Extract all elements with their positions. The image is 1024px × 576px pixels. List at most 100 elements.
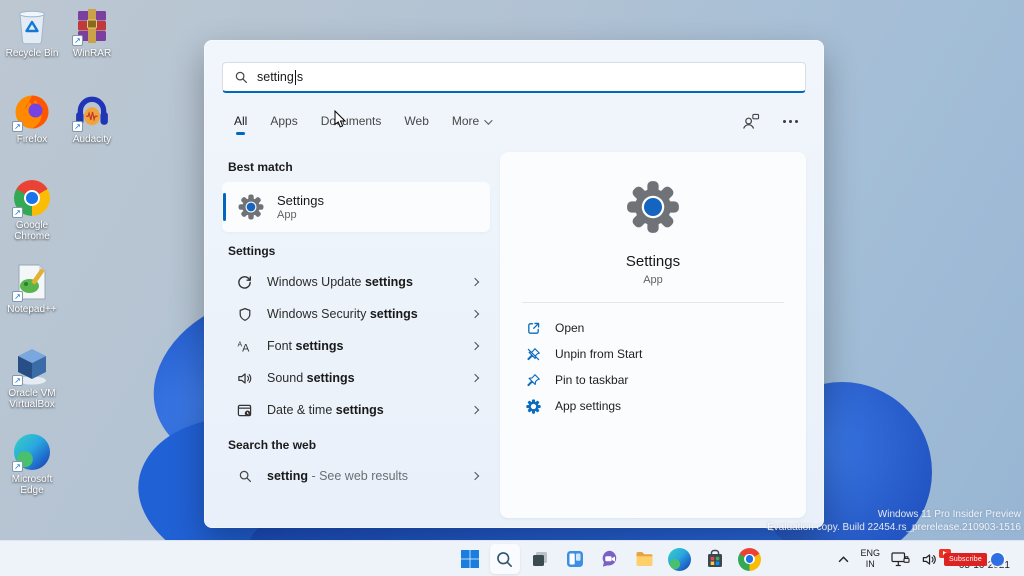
winrar-icon: ↗ [72, 6, 112, 46]
result-label: Windows Update settings [267, 275, 413, 289]
widgets-button[interactable] [557, 541, 592, 576]
shortcut-arrow-icon: ↗ [72, 121, 83, 132]
result-label: Windows Security settings [267, 307, 418, 321]
chevron-right-icon [470, 471, 480, 481]
search-icon [235, 71, 248, 84]
desktop-icon-audacity[interactable]: ↗ Audacity [60, 92, 124, 145]
chrome-button[interactable] [732, 541, 767, 576]
shortcut-arrow-icon: ↗ [12, 121, 23, 132]
desktop-icon-label: Notepad++ [7, 304, 57, 315]
desktop-icon-recycle-bin[interactable]: Recycle Bin [0, 6, 64, 59]
result-windows-security-settings[interactable]: Windows Security settings [222, 298, 490, 330]
tab-all[interactable]: All [234, 114, 247, 135]
tab-apps[interactable]: Apps [270, 114, 297, 128]
desktop-icon-firefox[interactable]: ↗ Firefox [0, 92, 64, 145]
start-button[interactable] [452, 541, 487, 576]
desktop-icon-virtualbox[interactable]: ↗ Oracle VM VirtualBox [0, 346, 64, 410]
edge-button[interactable] [662, 541, 697, 576]
taskbar: ENG IN 05-10-2021 Subscribe [0, 540, 1024, 576]
action-open[interactable]: Open [500, 315, 806, 341]
divider [522, 302, 784, 303]
result-label: Date & time settings [267, 403, 384, 417]
settings-section-header: Settings [228, 244, 276, 258]
chrome-icon: ↗ [12, 178, 52, 218]
store-icon [707, 549, 722, 567]
search-input[interactable]: setting s [222, 62, 806, 93]
font-icon: AA [236, 339, 253, 354]
search-icon [497, 551, 512, 567]
desktop-icon-label: WinRAR [72, 48, 112, 59]
action-pin-to-taskbar[interactable]: Pin to taskbar [500, 367, 806, 393]
firefox-icon: ↗ [12, 92, 52, 132]
chevron-right-icon [470, 309, 480, 319]
notepad-plus-plus-icon: ↗ [12, 262, 52, 302]
selection-accent-bar [223, 193, 226, 221]
taskbar-center-icons [452, 541, 767, 576]
task-view-icon [532, 552, 547, 566]
subscribe-watermark: Subscribe [934, 549, 1004, 567]
tab-web[interactable]: Web [404, 114, 428, 128]
result-windows-update-settings[interactable]: Windows Update settings [222, 266, 490, 298]
tab-documents[interactable]: Documents [321, 114, 382, 128]
result-web-search-setting[interactable]: setting - See web results [222, 460, 490, 492]
action-app-settings[interactable]: App settings [500, 393, 806, 419]
shield-icon [236, 307, 253, 322]
chevron-right-icon [470, 405, 480, 415]
open-external-icon [528, 322, 540, 334]
pin-icon [527, 373, 540, 386]
result-label: Font settings [267, 339, 344, 353]
taskbar-search-button[interactable] [487, 541, 522, 576]
cursor-circle-icon [991, 553, 1004, 566]
clock-date[interactable]: 05-10-2021 Subscribe [939, 546, 1010, 572]
tray-chevron-up-icon[interactable] [838, 555, 849, 563]
result-label: Sound settings [267, 371, 355, 385]
search-icon [236, 469, 253, 483]
desktop-icon-label: Audacity [72, 134, 112, 145]
settings-gear-icon-large [500, 180, 806, 239]
microsoft-store-button[interactable] [697, 541, 732, 576]
shortcut-arrow-icon: ↗ [72, 35, 83, 46]
more-options-button[interactable] [783, 119, 798, 123]
result-font-settings[interactable]: AA Font settings [222, 330, 490, 362]
chat-icon [602, 550, 616, 567]
recycle-bin-icon [12, 6, 52, 46]
desktop-icon-label: Google Chrome [14, 220, 50, 243]
widgets-icon [566, 551, 583, 567]
search-panel: setting s All Apps Documents Web More Bes… [204, 40, 824, 528]
result-date-time-settings[interactable]: Date & time settings [222, 394, 490, 426]
edge-icon [668, 547, 691, 571]
chevron-right-icon [470, 373, 480, 383]
chat-button[interactable] [592, 541, 627, 576]
tab-more[interactable]: More [452, 114, 493, 128]
result-sound-settings[interactable]: Sound settings [222, 362, 490, 394]
file-explorer-button[interactable] [627, 541, 662, 576]
audacity-icon: ↗ [72, 92, 112, 132]
desktop-icon-winrar[interactable]: ↗ WinRAR [60, 6, 124, 59]
chevron-right-icon [470, 277, 480, 287]
svg-text:A: A [242, 342, 250, 353]
settings-gear-icon [238, 194, 264, 220]
mouse-cursor [334, 110, 347, 128]
search-filter-tabs: All Apps Documents Web More [222, 108, 806, 135]
account-options-button[interactable] [741, 113, 760, 130]
action-unpin-from-start[interactable]: Unpin from Start [500, 341, 806, 367]
best-match-result-settings[interactable]: Settings App [222, 182, 490, 232]
network-icon[interactable] [891, 551, 910, 567]
subscribe-badge: Subscribe [944, 553, 987, 567]
search-results-column: Best match Settings App Settings Windows… [222, 148, 490, 492]
shortcut-arrow-icon: ↗ [12, 207, 23, 218]
desktop-icon-label: Firefox [16, 134, 48, 145]
preview-subtitle: App [643, 274, 663, 286]
desktop-icon-microsoft-edge[interactable]: ↗ Microsoft Edge [0, 432, 64, 496]
result-label: setting - See web results [267, 469, 409, 483]
language-indicator[interactable]: ENG IN [860, 548, 880, 571]
desktop-icon-notepad-plus-plus[interactable]: ↗ Notepad++ [0, 262, 64, 315]
preview-title: Settings [625, 253, 681, 270]
best-match-title: Settings [277, 193, 324, 208]
windows-logo-icon [460, 550, 479, 568]
best-match-subtitle: App [277, 209, 297, 221]
system-tray: ENG IN 05-10-2021 Subscribe [838, 541, 1024, 576]
task-view-button[interactable] [522, 541, 557, 576]
preview-pane: Settings App Open Unpin from Start Pin t… [500, 152, 806, 518]
desktop-icon-google-chrome[interactable]: ↗ Google Chrome [0, 178, 64, 242]
